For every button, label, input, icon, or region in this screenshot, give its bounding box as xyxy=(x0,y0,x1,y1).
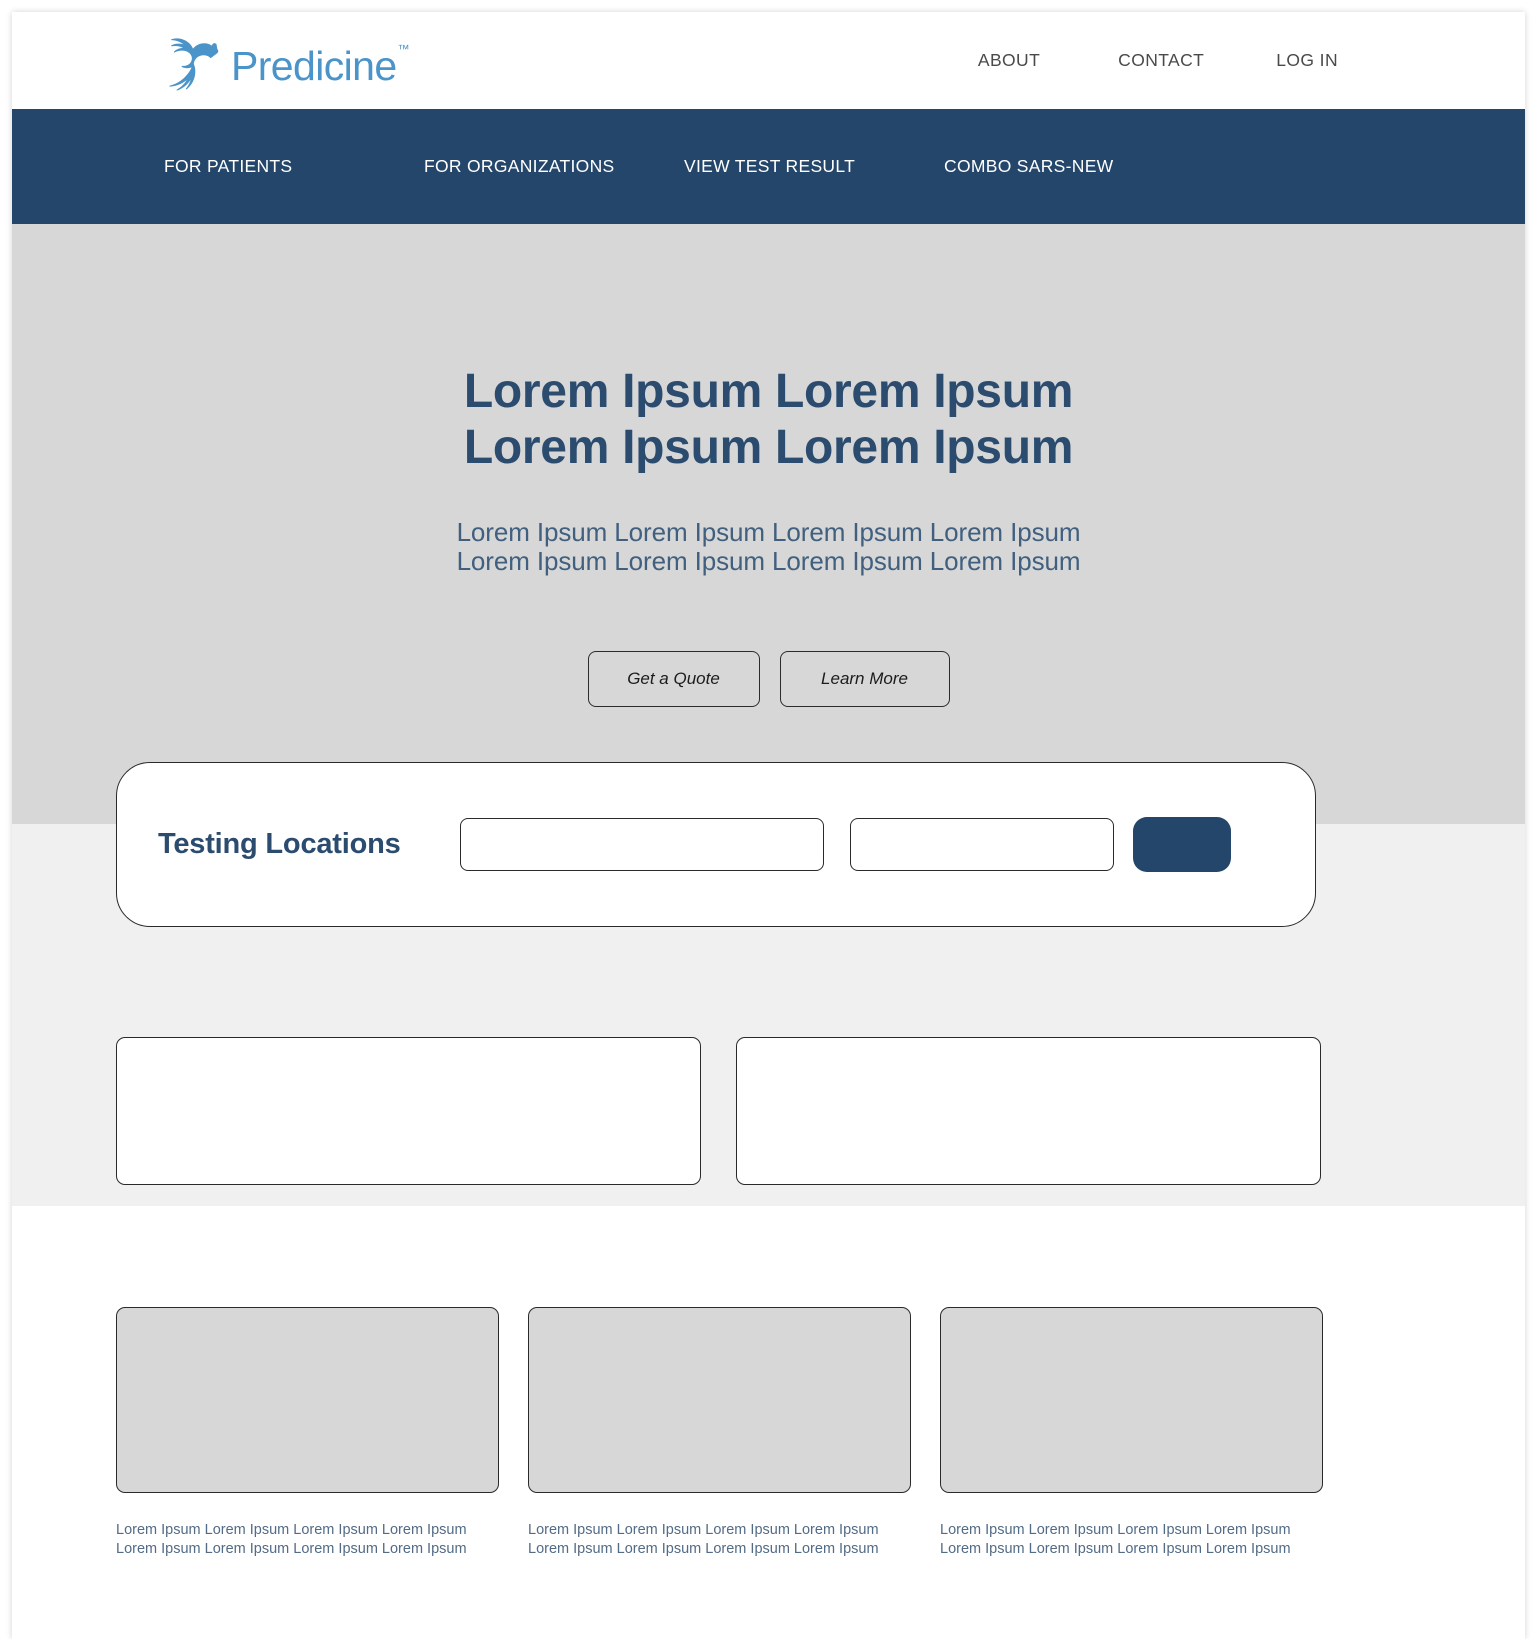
utility-nav: ABOUT CONTACT LOG IN xyxy=(978,12,1525,109)
hero-section: Lorem Ipsum Lorem Ipsum Lorem Ipsum Lore… xyxy=(12,224,1525,824)
feature-card-caption: Lorem Ipsum Lorem Ipsum Lorem Ipsum Lore… xyxy=(116,1521,499,1560)
bird-logo-icon xyxy=(158,34,224,92)
nav-item-for-organizations[interactable]: FOR ORGANIZATIONS xyxy=(424,156,614,177)
hero-cta-group: Get a Quote Learn More xyxy=(12,650,1525,707)
top-nav-item-log-in[interactable]: LOG IN xyxy=(1276,50,1338,71)
feature-cards-row: Lorem Ipsum Lorem Ipsum Lorem Ipsum Lore… xyxy=(116,1307,1323,1560)
content-panel-right[interactable] xyxy=(736,1037,1321,1185)
feature-card-caption-line-1: Lorem Ipsum Lorem Ipsum Lorem Ipsum Lore… xyxy=(940,1522,1291,1538)
content-panel-row xyxy=(116,1037,1321,1185)
feature-card[interactable]: Lorem Ipsum Lorem Ipsum Lorem Ipsum Lore… xyxy=(940,1307,1323,1560)
brand-logo[interactable]: Predicine™ xyxy=(158,34,410,92)
image-placeholder-icon xyxy=(116,1307,499,1493)
testing-locations-card: Testing Locations xyxy=(116,762,1316,927)
location-filter-input[interactable] xyxy=(850,818,1114,871)
image-placeholder-icon xyxy=(940,1307,1323,1493)
feature-card-caption: Lorem Ipsum Lorem Ipsum Lorem Ipsum Lore… xyxy=(940,1521,1323,1560)
feature-card-caption-line-2: Lorem Ipsum Lorem Ipsum Lorem Ipsum Lore… xyxy=(528,1541,879,1558)
feature-card[interactable]: Lorem Ipsum Lorem Ipsum Lorem Ipsum Lore… xyxy=(528,1307,911,1560)
content-panel-left[interactable] xyxy=(116,1037,701,1185)
hero-subheading-line-1: Lorem Ipsum Lorem Ipsum Lorem Ipsum Lore… xyxy=(456,517,1081,548)
hero-heading-line-2: Lorem Ipsum Lorem Ipsum xyxy=(463,421,1074,475)
learn-more-button[interactable]: Learn More xyxy=(779,650,950,707)
page-root: Predicine™ ABOUT CONTACT LOG IN FOR PATI… xyxy=(12,12,1525,1639)
hero-subheading-line-2: Lorem Ipsum Lorem Ipsum Lorem Ipsum Lore… xyxy=(456,545,1081,576)
hero-heading: Lorem Ipsum Lorem Ipsum Lorem Ipsum Lore… xyxy=(12,364,1525,476)
feature-card[interactable]: Lorem Ipsum Lorem Ipsum Lorem Ipsum Lore… xyxy=(116,1307,499,1560)
feature-card-caption-line-1: Lorem Ipsum Lorem Ipsum Lorem Ipsum Lore… xyxy=(116,1522,467,1538)
primary-nav: FOR PATIENTS FOR ORGANIZATIONS VIEW TEST… xyxy=(12,109,1525,224)
get-a-quote-button[interactable]: Get a Quote xyxy=(587,650,760,707)
image-placeholder-icon xyxy=(528,1307,911,1493)
testing-locations-title: Testing Locations xyxy=(158,828,401,860)
location-search-input[interactable] xyxy=(460,818,824,871)
location-search-button[interactable] xyxy=(1133,817,1231,872)
header-bar: Predicine™ ABOUT CONTACT LOG IN xyxy=(12,12,1525,109)
hero-heading-line-1: Lorem Ipsum Lorem Ipsum xyxy=(463,365,1074,418)
nav-item-for-patients[interactable]: FOR PATIENTS xyxy=(164,156,292,177)
brand-name-text: Predicine xyxy=(231,42,397,89)
trademark-symbol: ™ xyxy=(397,41,410,56)
brand-wordmark: Predicine™ xyxy=(231,42,410,89)
top-nav-item-about[interactable]: ABOUT xyxy=(978,50,1040,71)
locations-section: Testing Locations xyxy=(12,762,1525,1206)
feature-card-caption-line-1: Lorem Ipsum Lorem Ipsum Lorem Ipsum Lore… xyxy=(528,1522,879,1538)
nav-item-view-test-result[interactable]: VIEW TEST RESULT xyxy=(684,156,855,177)
top-nav-item-contact[interactable]: CONTACT xyxy=(1118,50,1204,71)
feature-card-caption-line-2: Lorem Ipsum Lorem Ipsum Lorem Ipsum Lore… xyxy=(116,1541,467,1558)
hero-subheading: Lorem Ipsum Lorem Ipsum Lorem Ipsum Lore… xyxy=(12,518,1525,575)
nav-item-combo-sars-new[interactable]: COMBO SARS-NEW xyxy=(944,156,1113,177)
feature-card-caption-line-2: Lorem Ipsum Lorem Ipsum Lorem Ipsum Lore… xyxy=(940,1541,1291,1558)
feature-card-caption: Lorem Ipsum Lorem Ipsum Lorem Ipsum Lore… xyxy=(528,1521,911,1560)
feature-cards-section: Lorem Ipsum Lorem Ipsum Lorem Ipsum Lore… xyxy=(12,1206,1525,1639)
